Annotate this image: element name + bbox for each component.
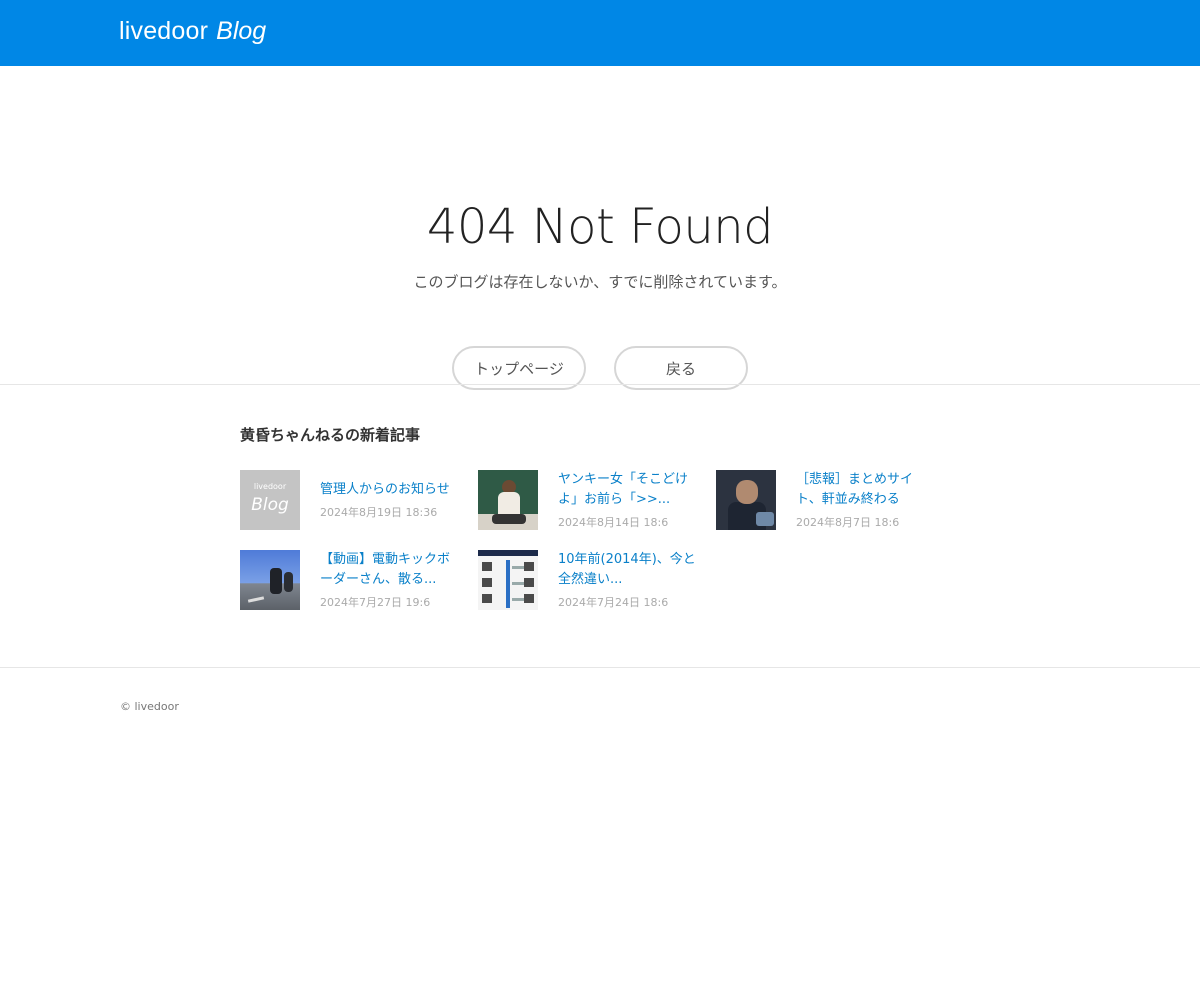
article-meta: 管理人からのお知らせ 2024年8月19日 18:36 — [320, 470, 460, 530]
error-message: このブログは存在しないか、すでに削除されています。 — [413, 273, 787, 291]
article-title-link[interactable]: 【動画】電動キックボーダーさん、散る... — [320, 550, 460, 590]
error-title: 404 Not Found — [426, 199, 774, 255]
thumbnail-logo-text: livedoor — [253, 482, 287, 491]
article-thumbnail[interactable] — [240, 550, 300, 610]
article-date: 2024年8月19日 18:36 — [320, 506, 438, 519]
livedoor-blog-logo[interactable]: livedoor Blog — [119, 17, 266, 46]
article-title-link[interactable]: 管理人からのお知らせ — [320, 480, 460, 500]
article-item[interactable]: livedoor Blog 管理人からのお知らせ 2024年8月19日 18:3… — [240, 470, 478, 530]
section-divider — [0, 384, 1200, 385]
article-date: 2024年7月24日 18:6 — [558, 596, 669, 609]
article-title-link[interactable]: ヤンキー女「そこどけよ」お前ら「>>... — [558, 470, 698, 510]
logo-livedoor-text: livedoor — [119, 17, 209, 45]
recent-articles: 黄昏ちゃんねるの新着記事 livedoor Blog 管理人からのお知らせ 20… — [240, 424, 960, 610]
article-date: 2024年8月7日 18:6 — [796, 516, 900, 529]
article-item[interactable]: 【動画】電動キックボーダーさん、散る... 2024年7月27日 19:6 — [240, 550, 478, 610]
article-date: 2024年8月14日 18:6 — [558, 516, 669, 529]
article-item[interactable]: ［悲報］まとめサイト、軒並み終わる 2024年8月7日 18:6 — [716, 470, 954, 530]
site-header: livedoor Blog — [0, 0, 1200, 66]
logo-blog-text: Blog — [216, 17, 267, 45]
article-meta: 10年前(2014年)、今と全然違い... 2024年7月24日 18:6 — [558, 550, 698, 610]
article-item[interactable]: 10年前(2014年)、今と全然違い... 2024年7月24日 18:6 — [478, 550, 716, 610]
article-title-link[interactable]: ［悲報］まとめサイト、軒並み終わる — [796, 470, 936, 510]
article-thumbnail[interactable]: livedoor Blog — [240, 470, 300, 530]
article-title-link[interactable]: 10年前(2014年)、今と全然違い... — [558, 550, 698, 590]
footer-copyright: © livedoor — [120, 700, 179, 713]
article-grid: livedoor Blog 管理人からのお知らせ 2024年8月19日 18:3… — [240, 470, 960, 610]
article-date: 2024年7月27日 19:6 — [320, 596, 431, 609]
article-meta: 【動画】電動キックボーダーさん、散る... 2024年7月27日 19:6 — [320, 550, 460, 610]
thumbnail-logo-text: Blog — [251, 495, 289, 515]
error-section: 404 Not Found このブログは存在しないか、すでに削除されています。 … — [0, 66, 1200, 390]
footer-divider — [0, 667, 1200, 668]
article-thumbnail[interactable] — [716, 470, 776, 530]
article-thumbnail[interactable] — [478, 470, 538, 530]
article-meta: ［悲報］まとめサイト、軒並み終わる 2024年8月7日 18:6 — [796, 470, 936, 530]
article-item[interactable]: ヤンキー女「そこどけよ」お前ら「>>... 2024年8月14日 18:6 — [478, 470, 716, 530]
recent-articles-heading: 黄昏ちゃんねるの新着記事 — [240, 426, 421, 444]
article-thumbnail[interactable] — [478, 550, 538, 610]
article-meta: ヤンキー女「そこどけよ」お前ら「>>... 2024年8月14日 18:6 — [558, 470, 698, 530]
